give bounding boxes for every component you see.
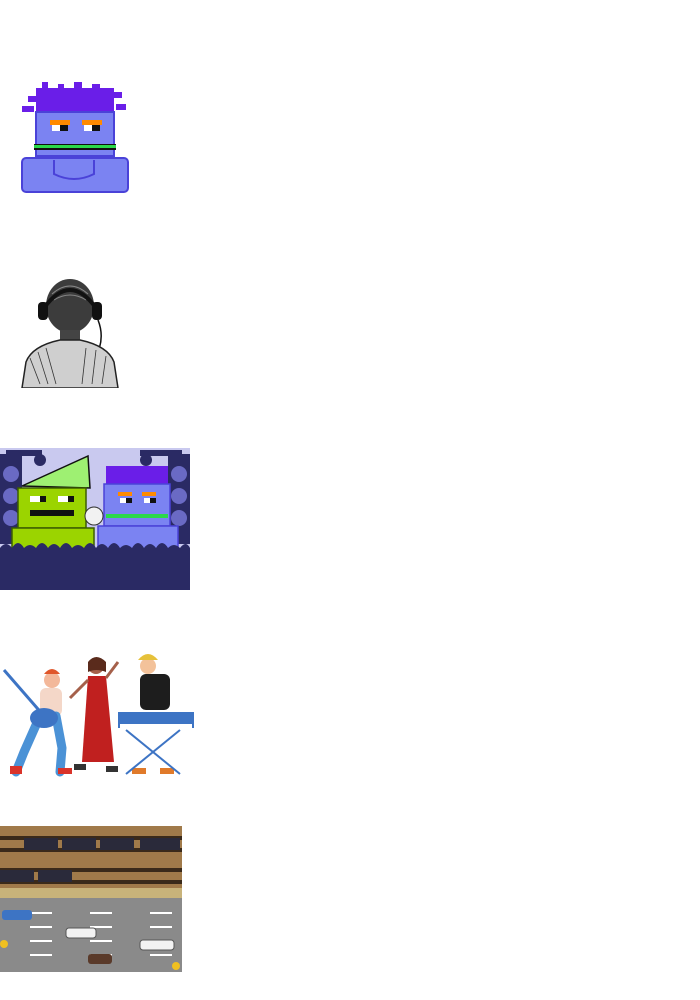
crowd-silhouette [0, 543, 190, 590]
right-eye [84, 125, 92, 131]
listener-image [21, 279, 119, 388]
band-image [2, 654, 194, 777]
hair-shape [22, 82, 126, 116]
body-shape [21, 157, 129, 193]
concert-image [0, 448, 190, 590]
headphones-listener[interactable] [20, 278, 120, 388]
guitar-icon [30, 708, 58, 728]
frogger-road-map[interactable] [0, 826, 182, 978]
left-brow [50, 120, 70, 125]
singer-figure [68, 657, 120, 772]
monster-concert-scene[interactable] [0, 448, 190, 590]
keyboard-icon [118, 712, 194, 775]
head-shape [46, 279, 94, 333]
car-icon [2, 910, 32, 920]
blue-monster-image [21, 82, 129, 193]
band-illustration[interactable] [0, 652, 196, 778]
car-icon [139, 939, 175, 951]
guitarist-figure [2, 669, 72, 777]
left-eye [52, 125, 60, 131]
blue-monster-avatar[interactable] [18, 82, 130, 194]
right-brow [82, 120, 102, 125]
car-icon [65, 927, 97, 939]
blue-monster [97, 466, 179, 551]
car-icon [88, 954, 112, 964]
shirt-shape [21, 339, 119, 388]
road-map-image [0, 826, 182, 978]
